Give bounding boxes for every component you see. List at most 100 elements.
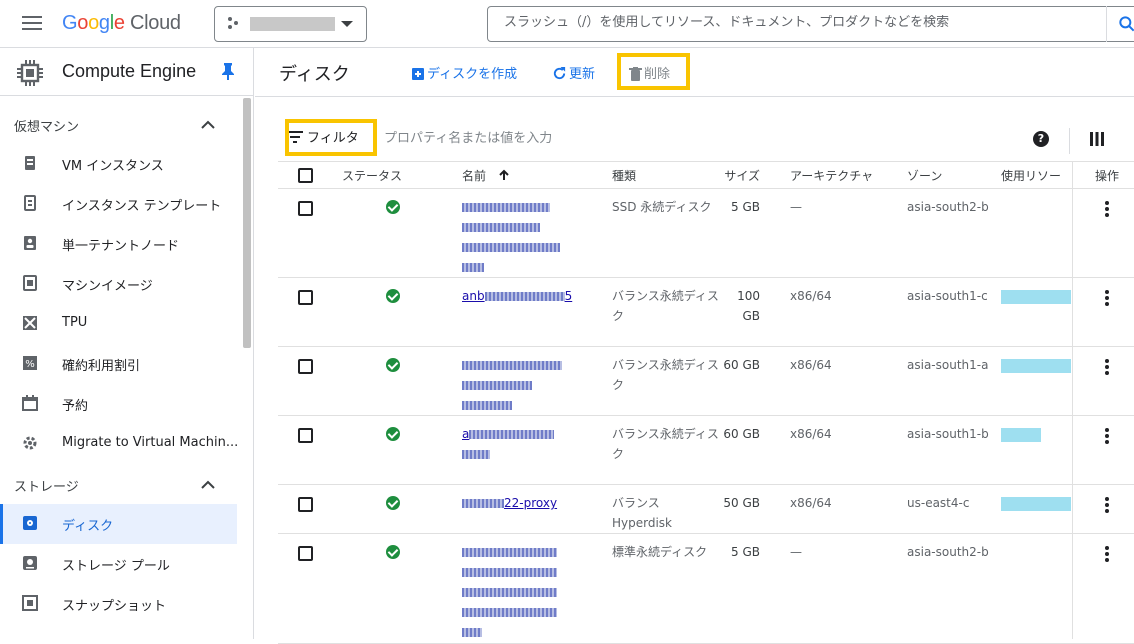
sidebar-item-vm-instances[interactable]: VM インスタンス (0, 144, 237, 184)
more-vert-icon[interactable] (1105, 359, 1109, 375)
sidebar-item-committed-use[interactable]: % 確約利用割引 (0, 344, 237, 384)
used-by[interactable] (1001, 485, 1081, 534)
row-checkbox[interactable] (298, 497, 313, 512)
section-storage: ストレージ (14, 480, 79, 495)
more-vert-icon[interactable] (1105, 546, 1109, 562)
used-by[interactable] (1001, 347, 1081, 416)
more-vert-icon[interactable] (1105, 497, 1109, 513)
col-actions: 操作 (1095, 168, 1120, 183)
tpu-icon (23, 316, 37, 330)
sidebar-item-instance-templates[interactable]: インスタンス テンプレート (0, 184, 237, 224)
table-row[interactable]: 22-proxy バランス Hyperdisk 50 GB x86/64 us-… (278, 485, 1134, 534)
main-content: ディスク ディスクを作成 更新 削除 フィルタ ? ステータス (255, 48, 1134, 644)
divider (1069, 128, 1070, 154)
sidebar-item-reservations[interactable]: 予約 (0, 384, 237, 424)
disk-arch: x86/64 (790, 358, 832, 372)
search-input[interactable] (504, 15, 1094, 30)
disk-name-prefix: a (462, 427, 470, 441)
sidebar-item-label: 確約利用割引 (62, 359, 141, 374)
column-display-icon[interactable] (1090, 132, 1104, 146)
sidebar-item-sole-tenant-nodes[interactable]: 単一テナントノード (0, 224, 237, 264)
disk-name-link[interactable] (462, 189, 612, 278)
disk-name-link[interactable]: 22-proxy (462, 485, 612, 534)
col-used-by[interactable]: 使用リソー (1001, 162, 1081, 189)
more-vert-icon[interactable] (1105, 290, 1109, 306)
disk-type: 標準永続ディスク (612, 545, 708, 559)
sidebar-item-label: TPU (62, 315, 88, 330)
pin-icon[interactable] (220, 62, 236, 80)
disk-name-link[interactable]: anb 5 (462, 278, 612, 347)
refresh-icon (553, 66, 566, 80)
help-icon[interactable]: ? (1033, 131, 1049, 147)
disk-arch: x86/64 (790, 289, 832, 303)
arrow-up-icon (499, 169, 509, 180)
status-ok-icon (386, 496, 400, 510)
disk-name-link[interactable] (462, 347, 612, 416)
more-vert-icon[interactable] (1105, 428, 1109, 444)
disk-type: SSD 永続ディスク (612, 200, 712, 214)
disk-type: バランス永続ディスク (612, 427, 719, 461)
table-row[interactable]: SSD 永続ディスク 5 GB — asia-south2-b (278, 189, 1134, 278)
disk-type: バランス永続ディスク (612, 289, 719, 323)
disk-name-link[interactable]: a (462, 416, 612, 485)
svg-text:%: % (25, 359, 35, 370)
chevron-down-icon (341, 21, 353, 27)
row-checkbox[interactable] (298, 359, 313, 374)
filter-bar: フィルタ ? (277, 119, 1117, 160)
filter-input[interactable] (384, 131, 984, 146)
disk-size: 100 GB (737, 289, 760, 323)
table-row[interactable]: バランス永続ディスク 60 GB x86/64 asia-south1-a (278, 347, 1134, 416)
sidebar-item-migrate[interactable]: Migrate to Virtual Machin... (0, 424, 238, 464)
used-by[interactable] (1001, 278, 1081, 347)
used-by[interactable] (1001, 189, 1081, 278)
percent-icon: % (23, 356, 37, 370)
used-by[interactable] (1001, 416, 1081, 485)
sidebar-item-label: インスタンス テンプレート (62, 199, 222, 214)
more-vert-icon[interactable] (1105, 201, 1109, 217)
disk-size: 5 GB (731, 200, 760, 214)
global-search[interactable] (487, 6, 1134, 42)
disk-type: バランス永続ディスク (612, 358, 719, 392)
sidebar-item-snapshots[interactable]: スナップショット (0, 584, 237, 624)
col-name-label: 名前 (462, 168, 487, 183)
sidebar-item-tpu[interactable]: TPU (0, 304, 237, 344)
snapshot-icon (22, 595, 38, 611)
col-type[interactable]: 種類 (612, 162, 722, 189)
sidebar-item-disks[interactable]: ディスク (0, 504, 237, 544)
sidebar-title: Compute Engine (62, 61, 197, 81)
disk-name-suffix: 5 (564, 289, 573, 303)
disk-arch: — (790, 545, 802, 559)
highlight-box (285, 119, 377, 156)
sidebar-item-storage-pools[interactable]: ストレージ プール (0, 544, 237, 584)
sidebar-scrollbar[interactable] (243, 98, 251, 348)
google-cloud-logo[interactable]: Google Cloud (62, 12, 181, 35)
select-all-checkbox[interactable] (298, 167, 313, 183)
row-checkbox[interactable] (298, 428, 313, 443)
chevron-up-icon[interactable] (200, 120, 216, 130)
project-picker[interactable] (214, 6, 367, 42)
chevron-up-icon[interactable] (200, 480, 216, 490)
col-name[interactable]: 名前 (462, 162, 612, 189)
table-row[interactable]: a バランス永続ディスク 60 GB x86/64 asia-south1-b (278, 416, 1134, 485)
disk-name-link[interactable] (462, 534, 612, 644)
table-row[interactable]: 標準永続ディスク 5 GB — asia-south2-b (278, 534, 1134, 644)
compute-engine-icon (17, 60, 43, 86)
row-checkbox[interactable] (298, 290, 313, 305)
table-row[interactable]: anb 5 バランス永続ディスク 100 GB x86/64 asia-south… (278, 278, 1134, 347)
used-by[interactable] (1001, 534, 1081, 644)
row-checkbox[interactable] (298, 201, 313, 216)
col-zone[interactable]: ゾーン (907, 162, 1001, 189)
search-button[interactable] (1106, 6, 1134, 42)
col-architecture[interactable]: アーキテクチャ (790, 162, 907, 189)
col-size[interactable]: サイズ (722, 162, 790, 189)
status-ok-icon (386, 358, 400, 372)
sidebar-item-machine-images[interactable]: マシンイメージ (0, 264, 237, 304)
main-menu-icon[interactable] (22, 16, 42, 30)
create-disk-button[interactable]: ディスクを作成 (411, 63, 517, 82)
refresh-button[interactable]: 更新 (552, 63, 595, 82)
disk-arch: — (790, 200, 802, 214)
disk-size: 60 GB (723, 358, 760, 372)
row-checkbox[interactable] (298, 546, 313, 561)
sidebar: Compute Engine 仮想マシン VM インスタンス インスタンス テン… (0, 48, 254, 639)
col-status[interactable]: ステータス (322, 162, 462, 189)
